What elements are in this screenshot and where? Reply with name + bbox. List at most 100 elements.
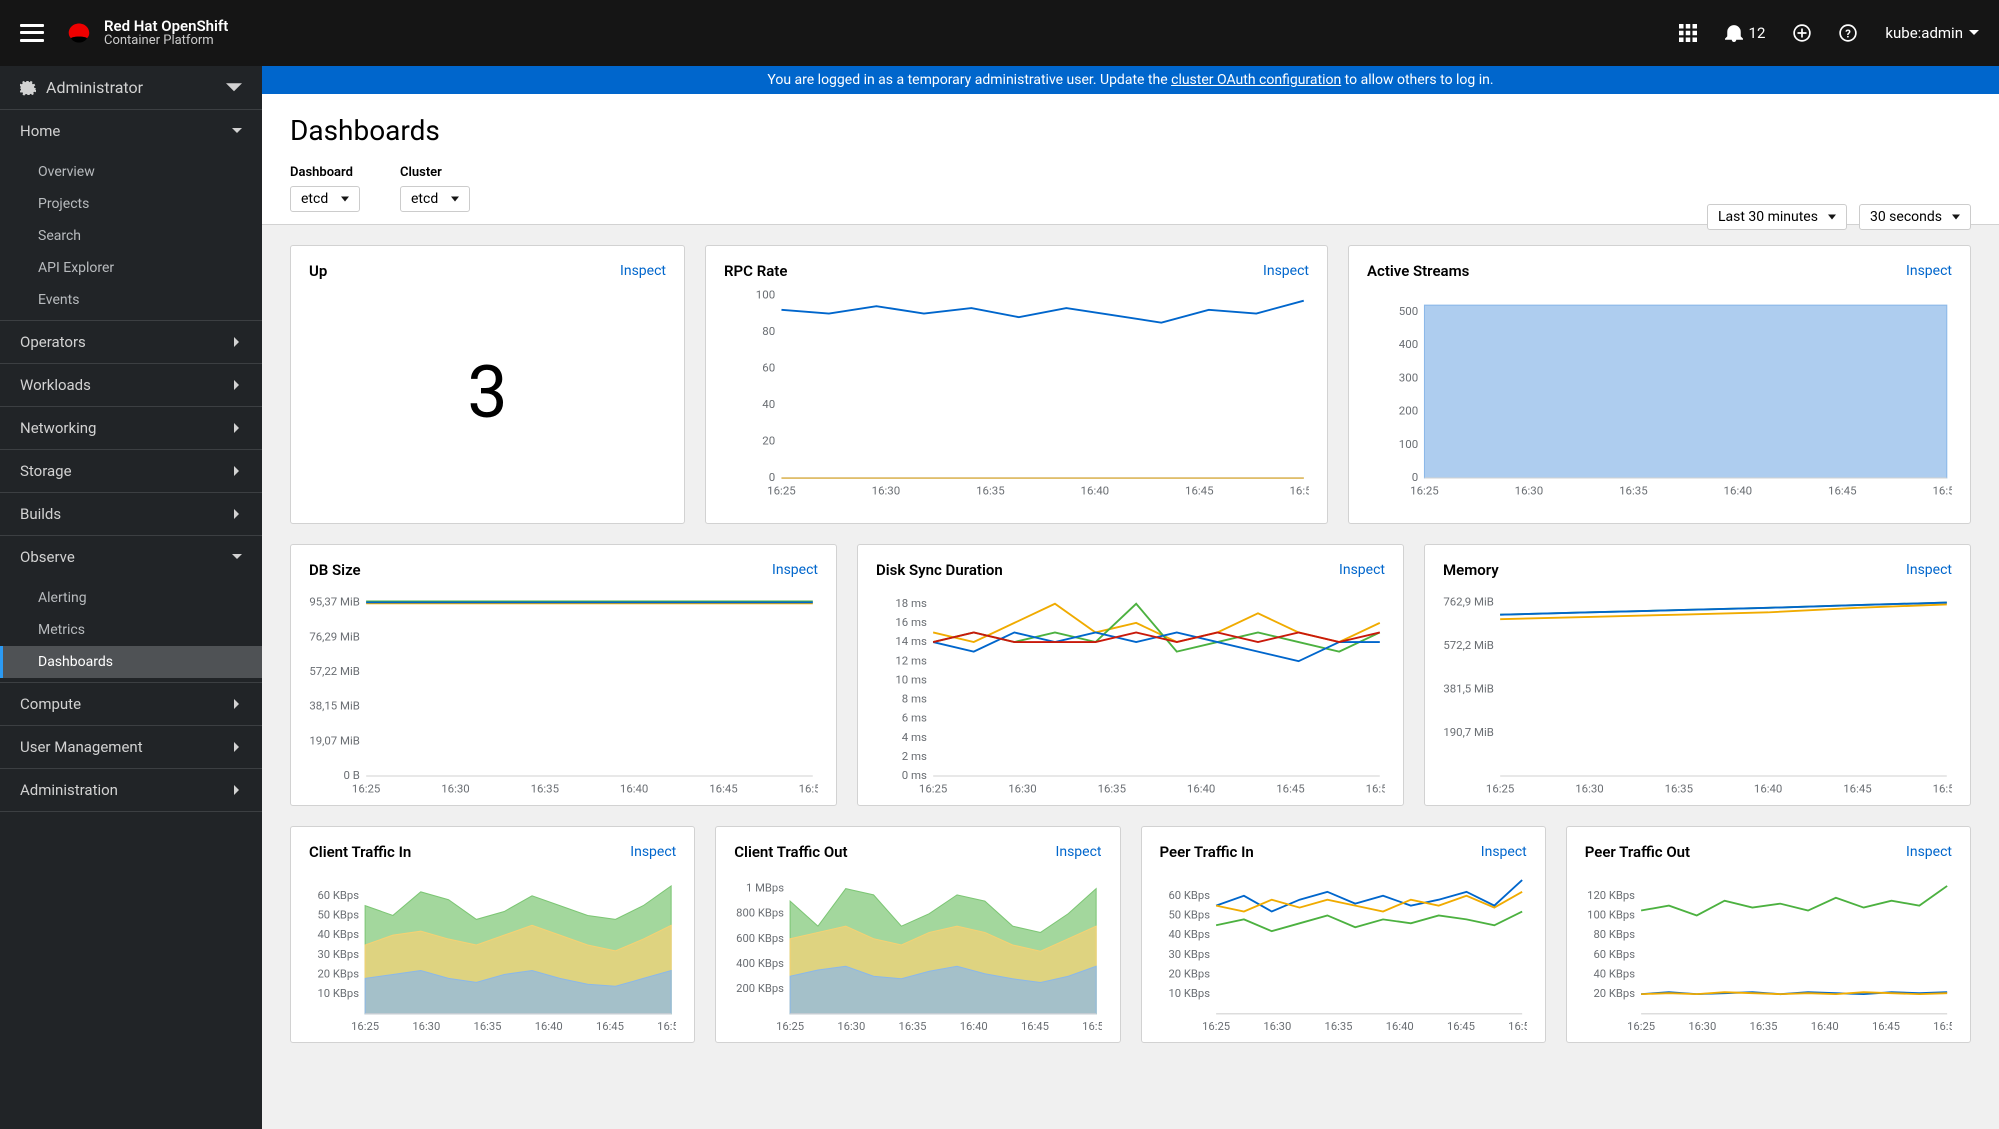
up-value: 3 [309,290,666,515]
sidebar-group-storage[interactable]: Storage [0,450,262,492]
perspective-switcher[interactable]: Administrator [0,66,262,110]
sidebar-item-alerting[interactable]: Alerting [0,582,262,614]
svg-text:40 KBps: 40 KBps [1593,967,1635,980]
svg-text:16:25: 16:25 [776,1020,804,1033]
svg-text:16:25: 16:25 [1486,782,1514,796]
sidebar-group-workloads[interactable]: Workloads [0,364,262,406]
svg-text:16:35: 16:35 [1749,1020,1777,1033]
svg-text:30 KBps: 30 KBps [317,948,359,961]
svg-text:16:45: 16:45 [1446,1020,1474,1033]
help-icon[interactable]: ? [1839,24,1857,42]
svg-text:16:45: 16:45 [1872,1020,1900,1033]
panel-pout-inspect[interactable]: Inspect [1906,844,1952,860]
panel-db-inspect[interactable]: Inspect [772,562,818,578]
notifications-button[interactable]: 12 [1725,24,1766,42]
svg-text:60: 60 [762,360,775,374]
topbar-left: Red Hat OpenShift Container Platform [20,18,228,49]
svg-text:100: 100 [756,290,775,301]
svg-text:60 KBps: 60 KBps [1593,948,1635,961]
brand-line1: Red Hat [104,17,158,35]
sidebar-item-projects[interactable]: Projects [0,188,262,220]
svg-text:0 ms: 0 ms [902,768,927,782]
svg-text:16:35: 16:35 [1619,484,1648,498]
svg-text:?: ? [1846,28,1852,41]
svg-text:100 KBps: 100 KBps [1587,908,1635,921]
svg-text:16:30: 16:30 [838,1020,866,1033]
sidebar-group-operators[interactable]: Operators [0,321,262,363]
svg-text:16:40: 16:40 [535,1020,563,1033]
panel-disk-sync: Disk Sync Duration Inspect 0 ms2 ms4 ms6… [857,544,1404,806]
bell-icon [1725,24,1743,42]
apps-icon[interactable] [1679,24,1697,42]
svg-text:16:35: 16:35 [1324,1020,1352,1033]
svg-text:40 KBps: 40 KBps [317,928,359,941]
svg-text:16:50: 16:50 [799,782,818,796]
cluster-dropdown[interactable]: etcd [400,186,470,212]
svg-text:400: 400 [1399,337,1418,351]
sidebar-item-metrics[interactable]: Metrics [0,614,262,646]
svg-text:95,37 MiB: 95,37 MiB [309,595,360,609]
refresh-dropdown[interactable]: 30 seconds [1859,204,1971,230]
cluster-value: etcd [411,191,438,207]
menu-toggle[interactable] [20,24,44,42]
sidebar-item-api-explorer[interactable]: API Explorer [0,252,262,284]
svg-text:400 KBps: 400 KBps [736,957,784,970]
time-range-dropdown[interactable]: Last 30 minutes [1707,204,1847,230]
svg-text:16:50: 16:50 [1933,782,1952,796]
sidebar-group-builds[interactable]: Builds [0,493,262,535]
sidebar-group-user-management[interactable]: User Management [0,726,262,768]
memory-chart: 190,7 MiB381,5 MiB572,2 MiB762,9 MiB16:2… [1443,589,1952,797]
svg-text:80 KBps: 80 KBps [1593,928,1635,941]
sidebar-item-overview[interactable]: Overview [0,156,262,188]
panel-memory-title: Memory [1443,561,1499,579]
panel-peer-out: Peer Traffic Out Inspect 20 KBps40 KBps6… [1566,826,1971,1043]
plus-circle-icon[interactable] [1793,24,1811,42]
sidebar-item-events[interactable]: Events [0,284,262,316]
svg-text:12 ms: 12 ms [895,653,927,667]
banner-prefix: You are logged in as a temporary adminis… [767,72,1171,88]
panel-memory-inspect[interactable]: Inspect [1906,562,1952,578]
panel-peer-in: Peer Traffic In Inspect 10 KBps20 KBps30… [1141,826,1546,1043]
svg-text:16:50: 16:50 [657,1020,676,1033]
panel-rpc-inspect[interactable]: Inspect [1263,263,1309,279]
svg-text:0: 0 [769,470,775,484]
panel-up-inspect[interactable]: Inspect [620,263,666,279]
panel-disk-inspect[interactable]: Inspect [1339,562,1385,578]
sidebar-item-dashboards[interactable]: Dashboards [0,646,262,678]
svg-text:60 KBps: 60 KBps [1168,889,1210,902]
svg-text:50 KBps: 50 KBps [1168,908,1210,921]
panel-disk-title: Disk Sync Duration [876,561,1003,579]
svg-text:10 ms: 10 ms [895,672,927,686]
panel-pin-inspect[interactable]: Inspect [1481,844,1527,860]
svg-text:16:45: 16:45 [1828,484,1857,498]
svg-text:381,5 MiB: 381,5 MiB [1443,681,1494,695]
time-range-value: Last 30 minutes [1718,209,1818,225]
panel-cout-inspect[interactable]: Inspect [1056,844,1102,860]
topbar-right: 12 ? kube:admin [1679,24,1979,42]
panel-memory: Memory Inspect 190,7 MiB381,5 MiB572,2 M… [1424,544,1971,806]
username: kube:admin [1885,24,1963,42]
disk-chart: 0 ms2 ms4 ms6 ms8 ms10 ms12 ms14 ms16 ms… [876,589,1385,797]
perspective-label: Administrator [46,78,143,97]
svg-text:300: 300 [1399,370,1418,384]
sidebar-group-home[interactable]: Home [0,110,262,152]
panel-streams-inspect[interactable]: Inspect [1906,263,1952,279]
panel-client-in: Client Traffic In Inspect 10 KBps20 KBps… [290,826,695,1043]
dashboard-selector-label: Dashboard [290,165,360,180]
svg-text:2 ms: 2 ms [902,749,927,763]
sidebar-group-administration[interactable]: Administration [0,769,262,811]
sidebar-group-compute[interactable]: Compute [0,683,262,725]
user-menu[interactable]: kube:admin [1885,24,1979,42]
sidebar-group-observe[interactable]: Observe [0,536,262,578]
svg-text:16:35: 16:35 [899,1020,927,1033]
svg-text:200: 200 [1399,404,1418,418]
svg-text:8 ms: 8 ms [902,692,927,706]
svg-text:16:30: 16:30 [872,484,901,498]
svg-text:16:40: 16:40 [620,782,648,796]
dashboard-dropdown[interactable]: etcd [290,186,360,212]
svg-text:50 KBps: 50 KBps [317,908,359,921]
banner-link[interactable]: cluster OAuth configuration [1171,72,1341,88]
sidebar-item-search[interactable]: Search [0,220,262,252]
panel-cin-inspect[interactable]: Inspect [630,844,676,860]
sidebar-group-networking[interactable]: Networking [0,407,262,449]
